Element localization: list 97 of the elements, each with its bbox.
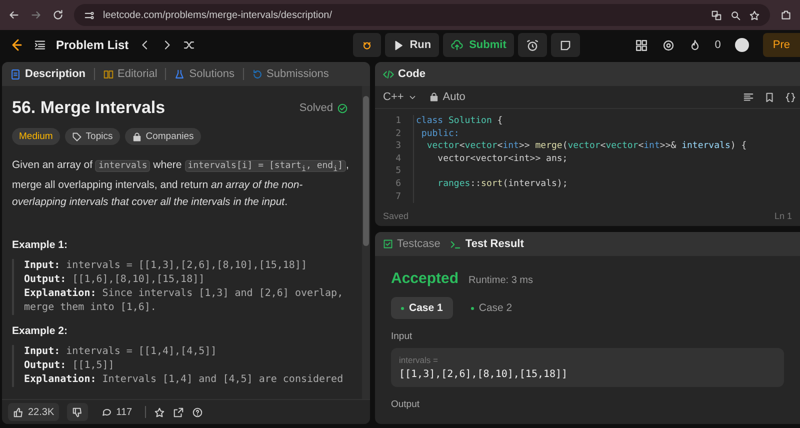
comment-icon <box>101 406 112 418</box>
companies-tag[interactable]: Companies <box>124 128 201 145</box>
language-selector[interactable]: C++ <box>383 91 417 103</box>
case-tab[interactable]: Case 1 <box>391 297 453 319</box>
problem-description: Given an array of intervals where intervals[i] = [start$_{i}$, end$_{i}$] , merge all overlapping intervals, and return an array of the non-overlapping intervals that cover all the intervals in the input. <box>12 158 350 210</box>
flame-icon[interactable] <box>688 39 701 51</box>
result-tab[interactable]: Testcase <box>381 238 442 250</box>
panel-tab[interactable]: Editorial <box>100 68 160 80</box>
line-number: 4 <box>375 152 414 166</box>
list-icon[interactable] <box>34 39 46 51</box>
timer-button[interactable] <box>518 33 548 57</box>
line-number: 5 <box>375 165 414 178</box>
problem-list-link[interactable]: Problem List <box>56 38 129 52</box>
notes-button[interactable] <box>551 33 580 57</box>
translate-icon[interactable] <box>711 10 722 20</box>
document-icon <box>10 68 21 80</box>
book-icon <box>102 68 114 80</box>
address-bar[interactable]: leetcode.com/problems/merge-intervals/description/ <box>74 4 770 26</box>
cursor-position: Ln 1 <box>774 211 792 221</box>
parameter-value: [[1,3],[2,6],[8,10],[15,18]] <box>399 369 569 380</box>
problem-title: 56. Merge Intervals <box>12 98 166 118</box>
example-heading: Example 1: <box>12 238 68 251</box>
shuffle-icon[interactable] <box>182 39 195 51</box>
streak-count: 0 <box>714 39 721 51</box>
braces-icon[interactable] <box>785 92 796 102</box>
premium-button[interactable]: Pre <box>762 33 800 57</box>
panel-tab[interactable]: Submissions <box>250 68 331 80</box>
history-icon <box>252 68 263 80</box>
code-line: public: <box>420 128 460 140</box>
star-icon[interactable] <box>749 10 760 20</box>
example-heading: Example 2: <box>12 324 68 337</box>
example-line: Explanation: Intervals [1,4] and [4,5] are considered <box>24 372 344 387</box>
check-circle-icon <box>337 102 348 114</box>
debug-button[interactable] <box>352 33 381 57</box>
layout-icon[interactable] <box>634 38 648 52</box>
checkbox-icon <box>383 239 393 249</box>
example-line: Output: [[1,6],[8,10],[15,18]] <box>24 272 206 287</box>
code-panel-title: Code <box>381 68 428 80</box>
terminal-icon <box>450 238 462 250</box>
case-tab[interactable]: Case 2 <box>460 297 522 319</box>
thumbs-up-icon <box>13 406 24 418</box>
zoom-icon[interactable] <box>730 10 741 20</box>
note-icon <box>559 38 572 52</box>
bookmark-icon[interactable] <box>764 92 775 102</box>
back-icon[interactable] <box>8 9 20 21</box>
tag-icon <box>72 132 82 142</box>
comments-button[interactable]: 117 <box>96 403 138 421</box>
run-button[interactable]: Run <box>384 33 440 57</box>
result-tab[interactable]: Test Result <box>448 238 526 250</box>
runtime: Runtime: 3 ms <box>468 275 533 286</box>
bug-icon <box>360 39 373 51</box>
parameter-name: intervals = <box>399 355 439 365</box>
code-line: ranges::sort(intervals); <box>436 178 568 191</box>
line-number: 3 <box>375 140 414 153</box>
cloud-upload-icon <box>451 39 464 51</box>
reload-icon[interactable] <box>52 9 64 21</box>
example-line: Input: intervals = [[1,4],[4,5]] <box>24 344 218 359</box>
format-icon[interactable] <box>743 92 754 102</box>
lock-icon <box>132 132 142 142</box>
output-label: Output <box>391 399 421 410</box>
help-icon[interactable] <box>192 406 204 418</box>
auto-mode-label: Auto <box>428 91 466 103</box>
example-line: Output: [[1,5]] <box>24 358 116 373</box>
avatar[interactable] <box>734 38 749 52</box>
difficulty-badge[interactable]: Medium <box>12 128 60 145</box>
example-line: Explanation: Since intervals [1,3] and [2,6] overlap, merge them into [1,6]. <box>24 286 344 315</box>
extensions-icon[interactable] <box>780 9 792 21</box>
submit-button[interactable]: Submit <box>443 33 514 57</box>
line-number: 7 <box>375 190 414 204</box>
line-number: 6 <box>375 178 414 191</box>
panel-tab[interactable]: Description <box>8 68 88 80</box>
flask-icon <box>174 68 186 80</box>
code-line: class Solution { <box>416 115 503 128</box>
scrollbar-thumb[interactable] <box>363 96 369 246</box>
verdict: Accepted <box>391 270 459 287</box>
share-icon[interactable] <box>173 406 184 418</box>
line-number: 2 <box>375 128 414 140</box>
play-icon <box>392 40 404 50</box>
code-line: vector<vector<int>> merge(vector<vector<int>>& intervals) { <box>426 140 747 153</box>
settings-icon[interactable] <box>662 38 675 52</box>
code-icon <box>383 68 394 80</box>
panel-tab[interactable]: Solutions <box>172 68 237 80</box>
code-line: vector<vector<int>> ans; <box>436 152 568 166</box>
input-label: Input <box>391 331 414 342</box>
solved-label: Solved <box>299 102 333 114</box>
like-button[interactable]: 22.3K <box>8 403 60 421</box>
save-status: Saved <box>383 211 409 221</box>
thumbs-down-icon <box>72 406 84 418</box>
forward-icon[interactable] <box>30 9 42 21</box>
topics-tag[interactable]: Topics <box>64 128 120 145</box>
alarm-clock-icon <box>526 38 540 52</box>
lock-icon <box>428 92 439 102</box>
dislike-button[interactable] <box>67 403 88 421</box>
line-number: 1 <box>375 115 414 128</box>
site-settings-icon <box>84 10 95 20</box>
star-icon[interactable] <box>154 406 166 418</box>
example-line: Input: intervals = [[1,3],[2,6],[8,10],[15,18]] <box>24 258 308 273</box>
